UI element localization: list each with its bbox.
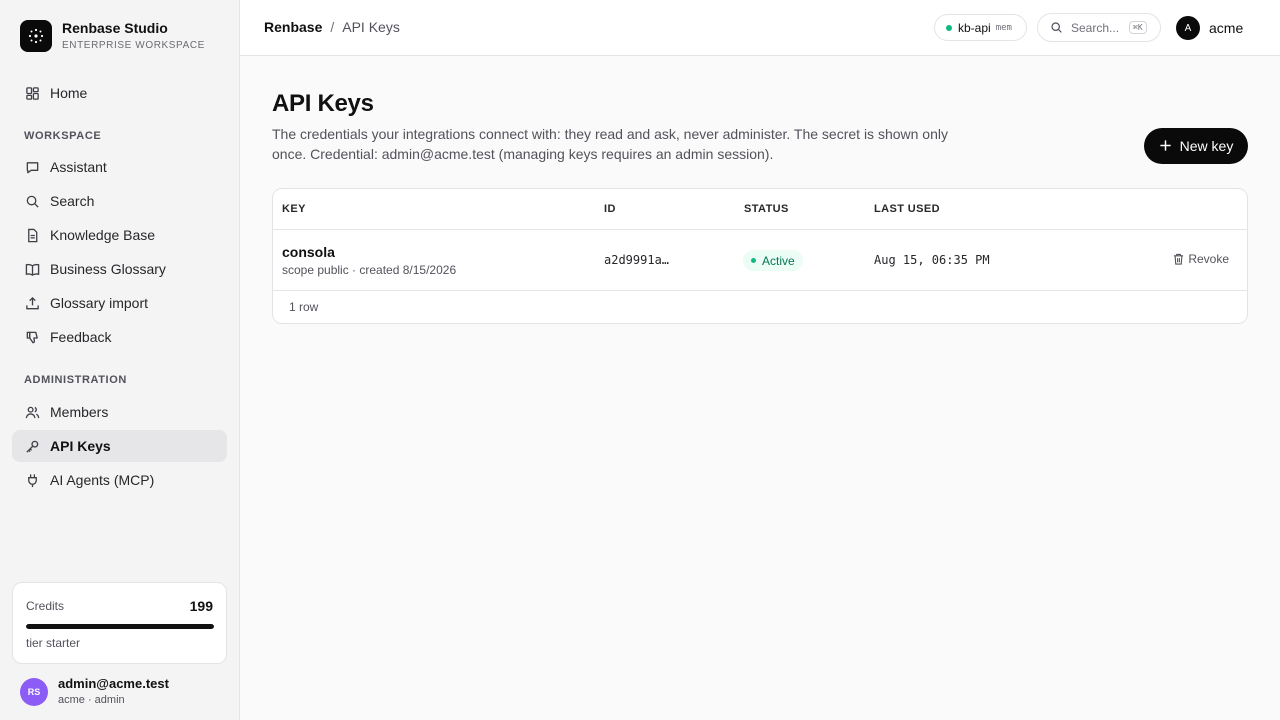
environment-tag: mem: [995, 22, 1012, 33]
header-divider: [273, 229, 1247, 230]
row-count: 1 row: [289, 300, 319, 314]
account-name: acme: [1209, 20, 1244, 36]
sidebar-item-ai-agents[interactable]: AI Agents (MCP): [12, 464, 227, 496]
sidebar-item-home[interactable]: Home: [12, 77, 227, 109]
environment-name: kb-api: [958, 20, 991, 35]
revoke-label: Revoke: [1188, 252, 1229, 266]
sidebar-item-label: Members: [50, 404, 109, 420]
top-header: Renbase / API Keys kb-api mem Search... …: [240, 0, 1280, 56]
sidebar-item-label: API Keys: [50, 438, 111, 454]
last-used-value: Aug 15, 06:35 PM: [874, 253, 990, 267]
sidebar-item-label: Glossary import: [50, 295, 149, 311]
api-keys-table: KEY ID STATUS LAST USED consola scope pu…: [272, 188, 1248, 324]
plug-icon: [24, 472, 40, 488]
key-name: consola: [282, 244, 335, 260]
user-profile[interactable]: RS admin@acme.test acme · admin: [20, 676, 169, 707]
avatar: RS: [20, 677, 48, 706]
brand[interactable]: Renbase Studio ENTERPRISE WORKSPACE: [20, 20, 205, 52]
sidebar-item-glossary-import[interactable]: Glossary import: [12, 287, 227, 319]
sidebar-item-members[interactable]: Members: [12, 396, 227, 428]
sidebar-item-search[interactable]: Search: [12, 185, 227, 217]
search-shortcut: ⌘K: [1129, 21, 1147, 34]
footer-divider: [273, 290, 1247, 291]
credits-tier: tier starter: [26, 636, 81, 650]
credits-progress-fill: [26, 624, 214, 629]
home-grid-icon: [24, 85, 40, 101]
search-icon: [1050, 21, 1063, 34]
breadcrumb-current: API Keys: [342, 19, 400, 35]
open-book-icon: [24, 261, 40, 277]
sidebar-item-label: Assistant: [50, 159, 107, 175]
status-badge: Active: [743, 250, 803, 271]
search-icon: [24, 193, 40, 209]
status-dot-icon: [946, 24, 952, 31]
sidebar-item-label: Home: [50, 85, 88, 101]
credits-progress-bar: [26, 624, 214, 629]
sidebar-item-label: Feedback: [50, 329, 112, 345]
search-input[interactable]: Search... ⌘K: [1037, 13, 1161, 42]
user-role: acme · admin: [58, 694, 125, 706]
column-header-key: KEY: [282, 203, 306, 215]
credits-value: 199: [189, 598, 213, 614]
new-key-button[interactable]: New key: [1144, 128, 1248, 164]
breadcrumb-separator: /: [330, 19, 335, 35]
sidebar-item-label: Knowledge Base: [50, 227, 156, 243]
status-label: Active: [762, 253, 795, 268]
credits-card: Credits 199 tier starter: [12, 582, 227, 664]
users-icon: [24, 404, 40, 420]
document-icon: [24, 227, 40, 243]
account-menu[interactable]: A acme: [1176, 16, 1243, 40]
sidebar: Renbase Studio ENTERPRISE WORKSPACE Home…: [0, 0, 240, 720]
nav-section-workspace: WORKSPACE: [24, 130, 102, 142]
search-placeholder: Search...: [1071, 20, 1120, 35]
sidebar-item-label: Business Glossary: [50, 261, 166, 277]
environment-selector[interactable]: kb-api mem: [934, 14, 1027, 41]
trash-icon: [1173, 253, 1184, 265]
upload-icon: [24, 295, 40, 311]
revoke-button[interactable]: Revoke: [1173, 252, 1229, 266]
column-header-last-used: LAST USED: [874, 203, 940, 215]
page-title: API Keys: [272, 90, 374, 117]
page-description: The credentials your integrations connec…: [272, 126, 948, 162]
thumbs-down-icon: [24, 329, 40, 345]
account-avatar: A: [1176, 16, 1200, 40]
credits-label: Credits: [26, 599, 65, 613]
key-icon: [24, 438, 40, 454]
column-header-status: STATUS: [744, 203, 789, 215]
user-email: admin@acme.test: [58, 676, 169, 691]
new-key-label: New key: [1179, 138, 1234, 154]
breadcrumb-root[interactable]: Renbase: [264, 19, 322, 35]
key-id: a2d9991a…: [604, 253, 670, 267]
sidebar-item-assistant[interactable]: Assistant: [12, 151, 227, 183]
sidebar-item-label: AI Agents (MCP): [50, 472, 155, 488]
nav-section-administration: ADMINISTRATION: [24, 374, 127, 386]
plus-icon: [1159, 137, 1172, 155]
chat-bubble-icon: [24, 159, 40, 175]
sidebar-item-feedback[interactable]: Feedback: [12, 321, 227, 353]
brand-subtitle: ENTERPRISE WORKSPACE: [62, 40, 205, 51]
brand-name: Renbase Studio: [62, 20, 168, 36]
breadcrumb: Renbase / API Keys: [264, 19, 400, 35]
status-dot-icon: [751, 258, 756, 263]
column-header-id: ID: [604, 203, 616, 215]
sidebar-item-knowledge-base[interactable]: Knowledge Base: [12, 219, 227, 251]
sidebar-item-api-keys[interactable]: API Keys: [12, 430, 227, 462]
sidebar-item-label: Search: [50, 193, 95, 209]
sidebar-item-business-glossary[interactable]: Business Glossary: [12, 253, 227, 285]
key-meta: scope public · created 8/15/2026: [282, 263, 457, 277]
brand-logo-icon: [20, 20, 52, 52]
